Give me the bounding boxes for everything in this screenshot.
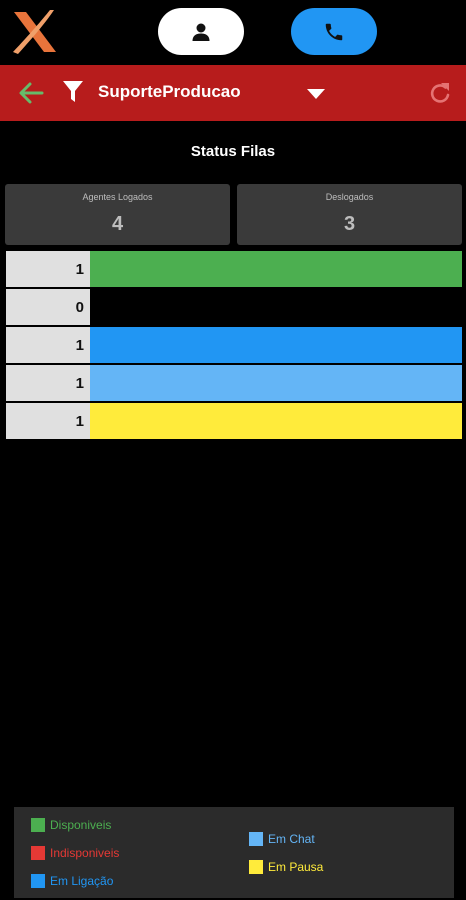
legend-swatch (249, 860, 263, 874)
logged-out-label: Deslogados (325, 192, 374, 202)
row-count: 0 (6, 289, 90, 325)
queue-name-select[interactable]: SuporteProducao (98, 82, 241, 102)
legend: Disponiveis Indisponiveis Em Ligação Em … (14, 807, 454, 898)
filter-icon[interactable] (62, 80, 84, 104)
x-logo-icon[interactable] (10, 8, 60, 56)
legend-item-paused: Em Pausa (249, 860, 323, 874)
status-row-in-call: 1 (6, 327, 462, 363)
user-button[interactable] (158, 8, 244, 55)
row-bar (90, 289, 462, 325)
logged-agents-card: Agentes Logados 4 (5, 184, 230, 245)
row-count: 1 (6, 365, 90, 401)
logged-agents-value: 4 (111, 213, 124, 235)
row-count: 1 (6, 251, 90, 287)
page-title: Status Filas (190, 143, 276, 160)
row-bar (90, 327, 462, 363)
row-count: 1 (6, 403, 90, 439)
row-count: 1 (6, 327, 90, 363)
status-row-paused: 1 (6, 403, 462, 439)
legend-item-in-chat: Em Chat (249, 832, 315, 846)
legend-label: Em Pausa (268, 860, 324, 874)
row-bar (90, 403, 462, 439)
legend-label: Disponiveis (50, 818, 112, 832)
phone-icon (325, 23, 343, 40)
status-row-unavailable: 0 (6, 289, 462, 325)
call-button[interactable] (291, 8, 377, 55)
logged-agents-label: Agentes Logados (82, 192, 153, 202)
legend-swatch (249, 832, 263, 846)
legend-swatch (31, 818, 45, 832)
person-icon (192, 23, 210, 41)
top-bar (0, 0, 466, 64)
arrow-left-icon[interactable] (18, 81, 44, 105)
queue-header: SuporteProducao (0, 65, 466, 121)
refresh-icon[interactable] (428, 80, 452, 106)
status-rows: 1 0 1 1 1 (6, 251, 462, 441)
status-row-available: 1 (6, 251, 462, 287)
logged-out-value: 3 (343, 213, 356, 235)
caret-down-icon[interactable] (306, 88, 326, 100)
legend-swatch (31, 874, 45, 888)
legend-swatch (31, 846, 45, 860)
legend-item-unavailable: Indisponiveis (31, 846, 119, 860)
legend-label: Em Ligação (50, 874, 114, 888)
legend-item-available: Disponiveis (31, 818, 111, 832)
logged-out-card: Deslogados 3 (237, 184, 462, 245)
row-bar (90, 251, 462, 287)
status-row-in-chat: 1 (6, 365, 462, 401)
legend-label: Em Chat (268, 832, 315, 846)
legend-item-in-call: Em Ligação (31, 874, 113, 888)
legend-label: Indisponiveis (50, 846, 120, 860)
row-bar (90, 365, 462, 401)
